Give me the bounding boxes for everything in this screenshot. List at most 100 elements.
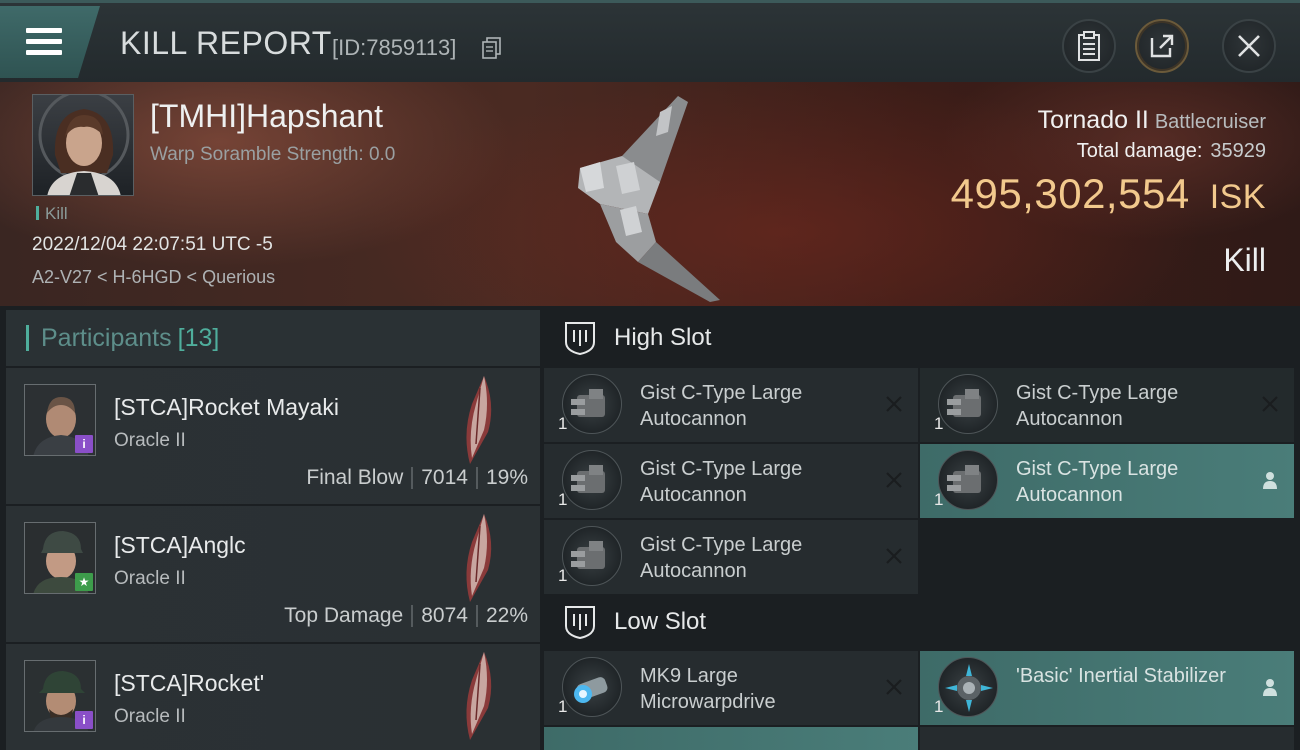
participant-name[interactable]: [STCA]Rocket Mayaki: [114, 394, 339, 421]
clipboard-icon: [1078, 31, 1100, 61]
module-item[interactable]: 1 Gist C-Type Large Autocannon: [920, 368, 1294, 442]
tornado-ship-icon[interactable]: [560, 92, 740, 302]
participants-header[interactable]: Participants [13]: [6, 310, 540, 366]
module-quantity: 1: [934, 697, 944, 716]
module-name: Gist C-Type Large Autocannon: [1016, 382, 1179, 430]
module-quantity: 1: [558, 566, 568, 585]
total-damage-label: Total damage:: [1076, 140, 1203, 162]
fitting-panel: High Slot 1 Gist C-Type Large Autocannon…: [544, 310, 1300, 750]
isk-amount: 495,302,554: [950, 170, 1190, 217]
module-name: MK9 Large Microwarpdrive: [640, 665, 776, 713]
participant-row[interactable]: ★ [STCA]Anglc Oracle II Top Damage 8074 …: [6, 504, 540, 642]
participant-ship: Oracle II: [114, 430, 186, 451]
module-item-dropped[interactable]: 1 'Basic' Inertial Stabilizer: [920, 651, 1294, 725]
autocannon-icon: [938, 450, 998, 510]
corp-role-badge: i: [75, 435, 93, 453]
report-id: [ID:7859113]: [332, 35, 457, 60]
corp-role-badge: ★: [75, 573, 93, 591]
module-item[interactable]: 1 MK9 Large Microwarpdrive: [544, 651, 918, 725]
copy-icon[interactable]: [482, 37, 502, 59]
close-icon: [1238, 35, 1260, 57]
destroyed-x-icon: [886, 396, 902, 412]
low-slot-header: Low Slot: [544, 594, 1300, 650]
participant-role: Top Damage: [284, 604, 404, 627]
module-name: 'Basic' Inertial Stabilizer: [1016, 665, 1226, 687]
dropped-person-icon: [1263, 679, 1277, 696]
participants-panel: Participants [13] i [STCA]Rocket Mayaki …: [6, 310, 540, 750]
microwarpdrive-icon: [562, 657, 622, 717]
participant-damage: 7014: [421, 466, 468, 489]
module-quantity: 1: [934, 490, 944, 509]
inertial-stabilizer-icon: [938, 657, 998, 717]
autocannon-icon: [562, 526, 622, 586]
total-damage: Total damage: 35929: [1077, 140, 1266, 163]
autocannon-icon: [562, 450, 622, 510]
module-quantity: 1: [558, 697, 568, 716]
share-icon: [1150, 34, 1174, 58]
warp-scramble-strength: Warp Soramble Strength: 0.0: [150, 144, 396, 165]
victim-avatar: [38, 95, 130, 195]
corp-role-badge: i: [75, 711, 93, 729]
victim-name[interactable]: [TMHI]Hapshant: [150, 98, 383, 135]
participant-name[interactable]: [STCA]Anglc: [114, 532, 246, 559]
result-label: Kill: [1223, 242, 1266, 278]
title-bar: KILL REPORT [ID:7859113]: [0, 0, 1300, 82]
clipboard-button[interactable]: [1062, 19, 1116, 73]
menu-icon: [26, 28, 62, 56]
participant-avatar[interactable]: i: [24, 384, 96, 456]
oracle-ship-icon[interactable]: [458, 512, 498, 604]
victim-ship[interactable]: Tornado II Battlecruiser: [1038, 106, 1266, 135]
stat-divider: [475, 605, 478, 627]
module-item-partial[interactable]: [544, 727, 918, 750]
share-button[interactable]: [1135, 19, 1189, 73]
module-quantity: 1: [934, 414, 944, 433]
destroyed-x-icon: [1262, 396, 1278, 412]
participant-stats: Top Damage 8074 22%: [284, 604, 528, 628]
participant-damage: 8074: [421, 604, 468, 627]
ship-name: Tornado II: [1037, 106, 1149, 134]
participants-label: Participants: [41, 323, 172, 352]
oracle-ship-icon[interactable]: [458, 650, 498, 742]
destroyed-x-icon: [886, 548, 902, 564]
stat-divider: [475, 467, 478, 489]
module-name: Gist C-Type Large Autocannon: [1016, 458, 1179, 506]
high-slot-icon: [565, 322, 595, 356]
participant-avatar[interactable]: i: [24, 660, 96, 732]
stat-divider: [411, 605, 414, 627]
page-title: KILL REPORT: [120, 25, 332, 61]
close-button[interactable]: [1222, 19, 1276, 73]
participant-percent: 19%: [485, 466, 528, 489]
menu-button[interactable]: [0, 6, 100, 78]
destroyed-x-icon: [886, 472, 902, 488]
victim-portrait[interactable]: [32, 94, 134, 196]
participant-ship: Oracle II: [114, 568, 186, 589]
dropped-person-icon: [1263, 472, 1277, 489]
participant-stats: Final Blow 7014 19%: [306, 466, 528, 490]
isk-unit: ISK: [1209, 178, 1266, 216]
participant-row[interactable]: i [STCA]Rocket Mayaki Oracle II Final Bl…: [6, 366, 540, 504]
low-slot-label: Low Slot: [614, 608, 707, 635]
module-name: Gist C-Type Large Autocannon: [640, 534, 803, 582]
participant-row[interactable]: i [STCA]Rocket' Oracle II: [6, 642, 540, 750]
high-slot-label: High Slot: [614, 324, 712, 351]
kill-tag: Kill: [36, 204, 68, 224]
module-item-dropped[interactable]: 1 Gist C-Type Large Autocannon: [920, 444, 1294, 518]
participant-name[interactable]: [STCA]Rocket': [114, 670, 264, 697]
oracle-ship-icon[interactable]: [458, 374, 498, 466]
module-item[interactable]: 1 Gist C-Type Large Autocannon: [544, 368, 918, 442]
module-item-partial[interactable]: [920, 727, 1294, 750]
kill-datetime: 2022/12/04 22:07:51 UTC -5: [32, 234, 273, 255]
module-quantity: 1: [558, 414, 568, 433]
participant-role: Final Blow: [306, 466, 404, 489]
autocannon-icon: [562, 374, 622, 434]
participant-ship: Oracle II: [114, 706, 186, 727]
participant-avatar[interactable]: ★: [24, 522, 96, 594]
low-slot-icon: [565, 606, 595, 640]
module-name: Gist C-Type Large Autocannon: [640, 458, 803, 506]
module-name: Gist C-Type Large Autocannon: [640, 382, 803, 430]
ship-class: Battlecruiser: [1154, 111, 1266, 133]
participants-count: [13]: [177, 323, 220, 352]
module-item[interactable]: 1 Gist C-Type Large Autocannon: [544, 520, 918, 594]
participant-percent: 22%: [485, 604, 528, 627]
module-item[interactable]: 1 Gist C-Type Large Autocannon: [544, 444, 918, 518]
